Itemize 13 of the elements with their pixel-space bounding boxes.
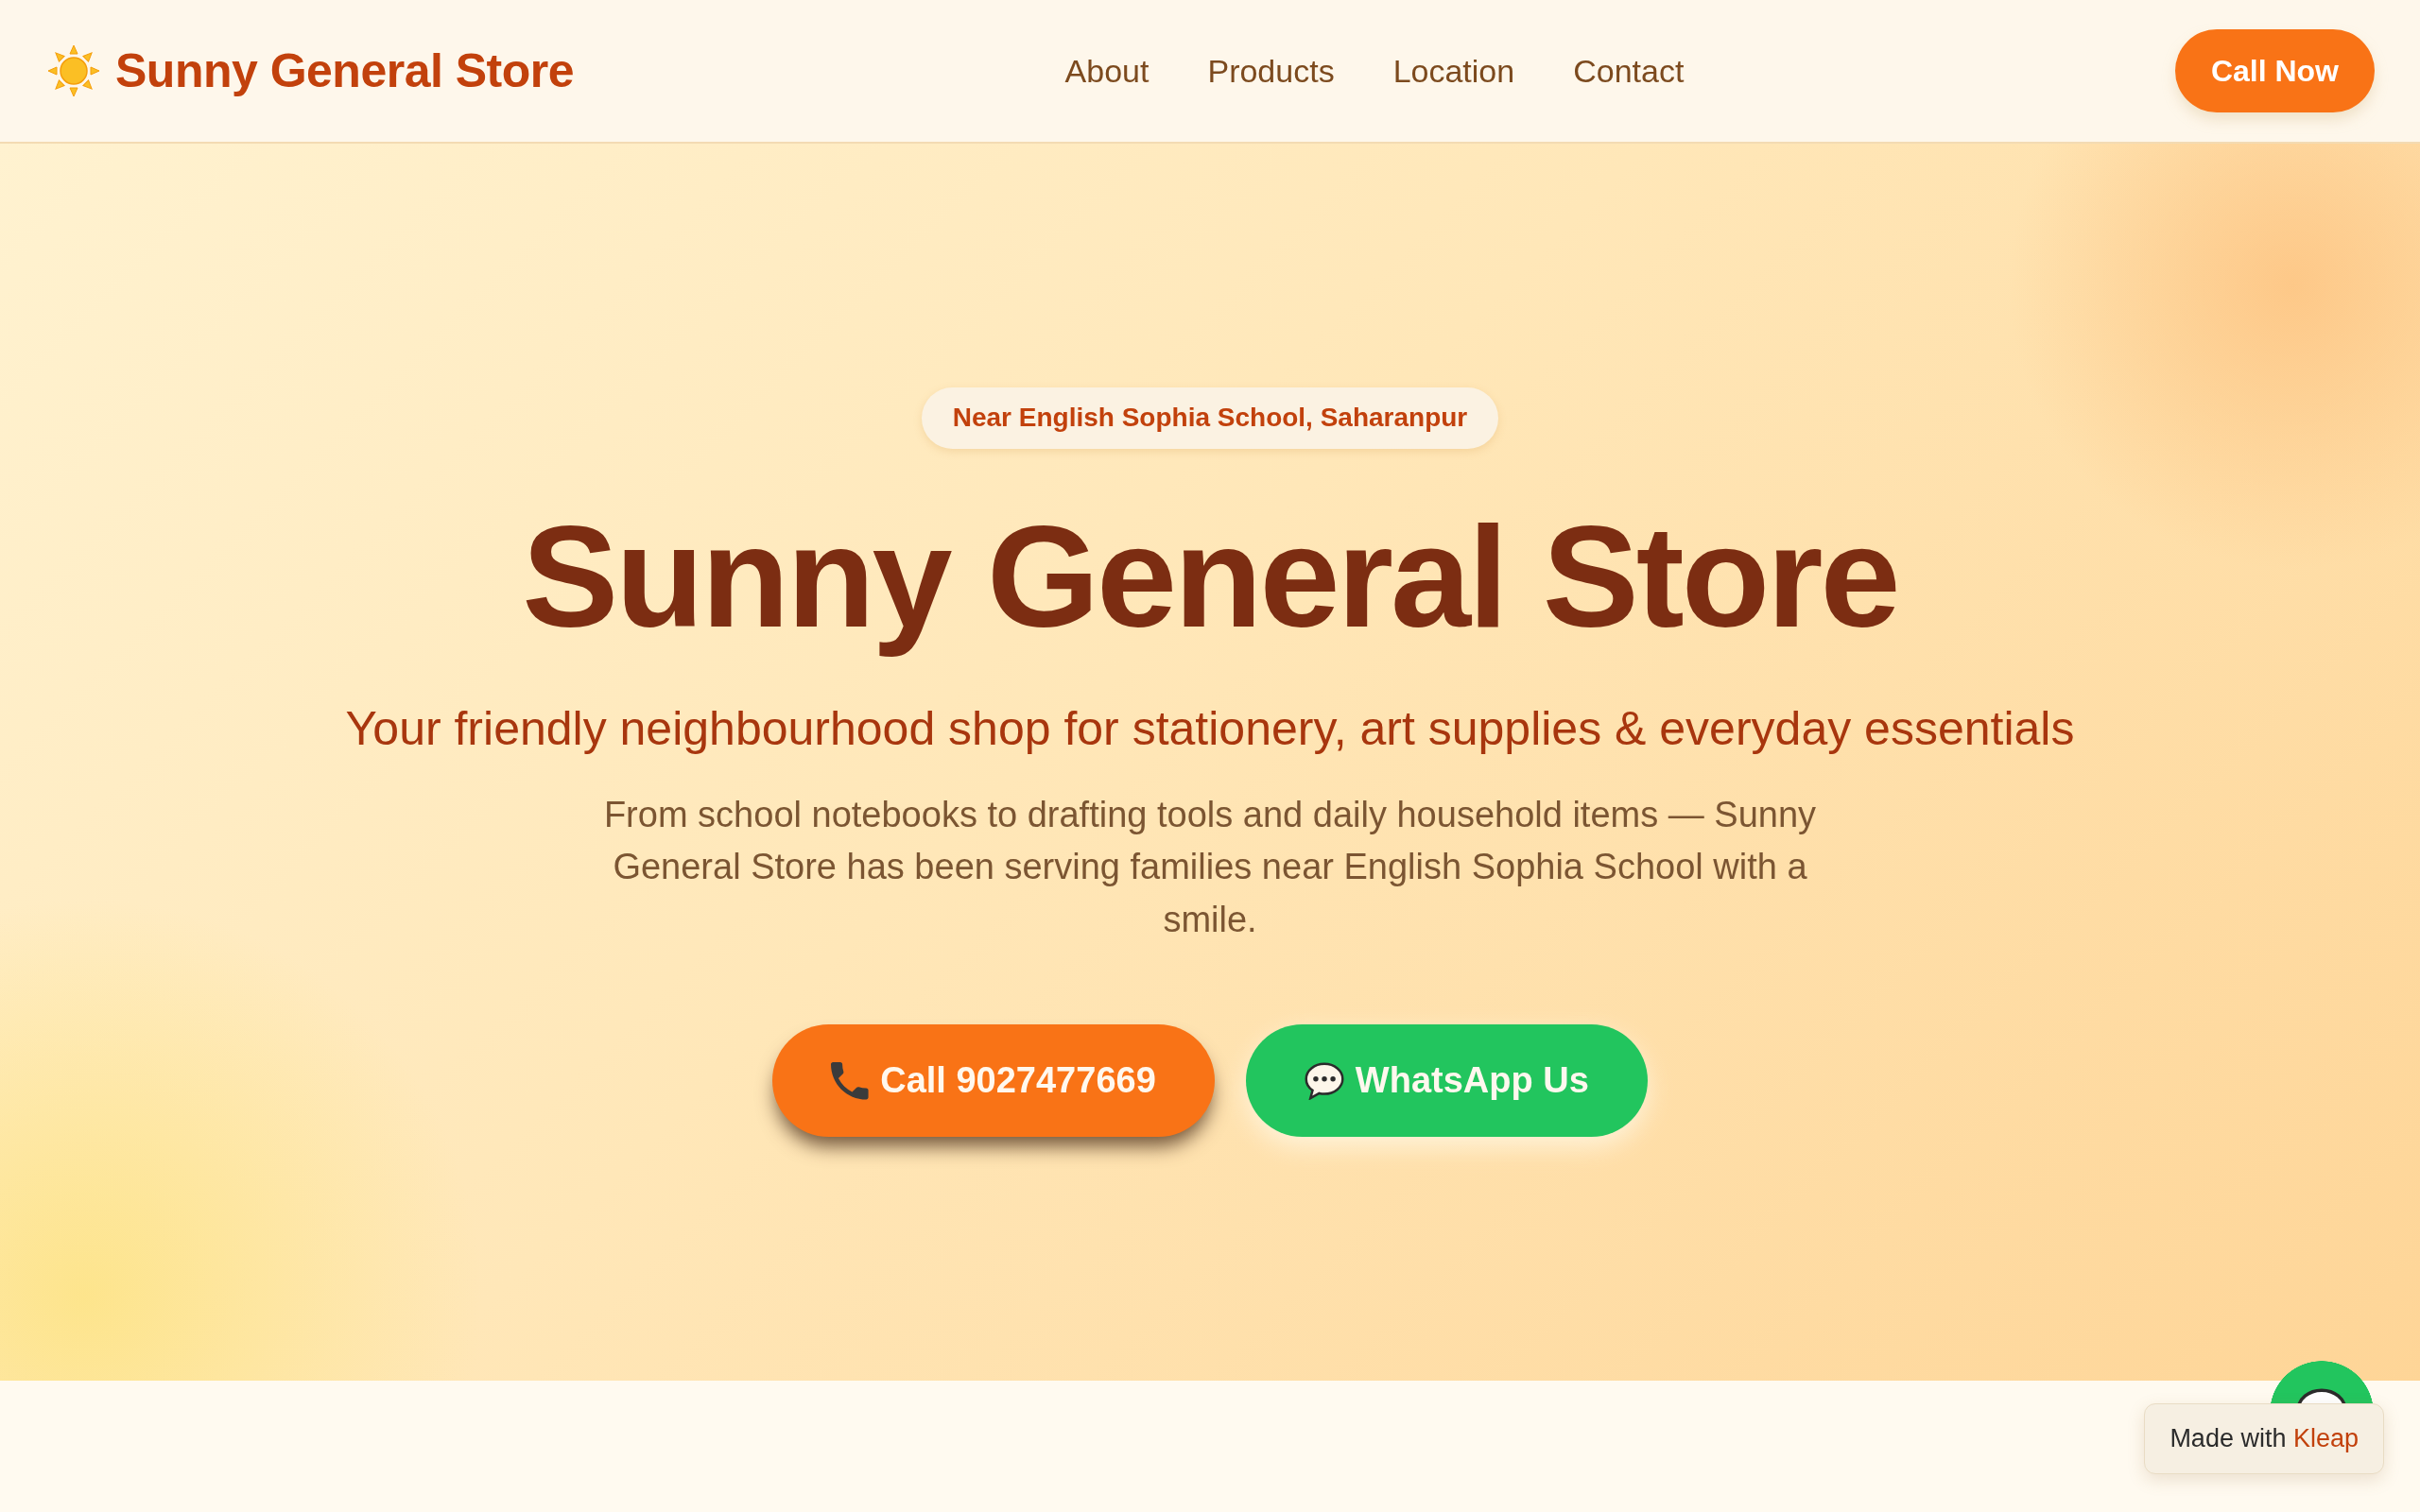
nav-link[interactable]: Contact bbox=[1573, 52, 1685, 90]
phone-icon bbox=[831, 1061, 870, 1100]
nav-link[interactable]: Products bbox=[1207, 52, 1335, 90]
speech-bubble-icon bbox=[1304, 1061, 1344, 1100]
chat-bubble-icon bbox=[2296, 1388, 2347, 1403]
made-with-badge[interactable]: Made with Kleap bbox=[2144, 1403, 2384, 1474]
nav-link[interactable]: About bbox=[1064, 52, 1150, 90]
hero-description: From school notebooks to drafting tools and daily household items — Sunny General Store has been serving families near English Sophia School with a smile. bbox=[602, 793, 1818, 941]
location-badge: Near English Sophia School, Saharanpur bbox=[921, 387, 1499, 449]
nav-link[interactable]: Location bbox=[1392, 52, 1515, 90]
hero-subtitle: Your friendly neighbourhood shop for stationery, art supplies & everyday essentials bbox=[345, 700, 2075, 757]
brand-name[interactable]: Sunny General Store bbox=[115, 43, 575, 98]
sun-icon bbox=[47, 44, 100, 97]
